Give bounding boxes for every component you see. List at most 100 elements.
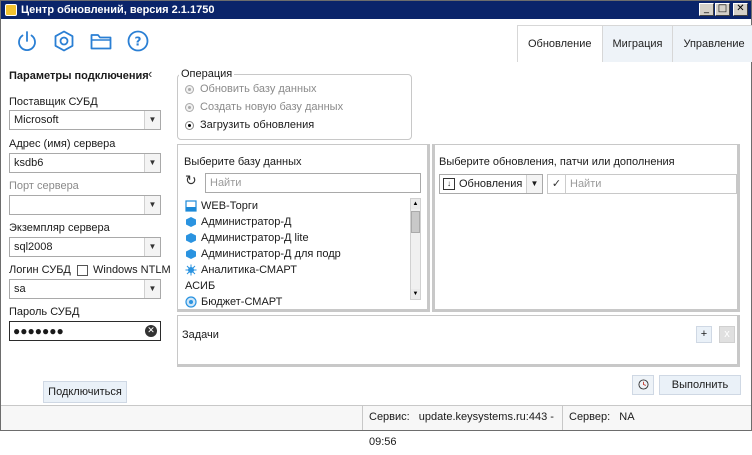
status-server-value: NA bbox=[619, 411, 635, 423]
server-instance-label: Экземпляр сервера bbox=[9, 222, 110, 234]
list-item[interactable]: Администратор-Д bbox=[185, 214, 409, 230]
tab-update[interactable]: Обновление bbox=[517, 25, 603, 62]
minimize-button[interactable]: _ bbox=[699, 3, 714, 16]
chevron-down-icon[interactable]: ▼ bbox=[144, 154, 160, 172]
window-controls: _ □ ✕ bbox=[699, 3, 748, 16]
close-button[interactable]: ✕ bbox=[733, 3, 748, 16]
status-server: Сервер: NA bbox=[562, 405, 751, 430]
list-item[interactable]: Бюджет-СМАРТ bbox=[185, 294, 409, 310]
title-bar: Центр обновлений, версия 2.1.1750 _ □ ✕ bbox=[1, 1, 751, 19]
status-service: Сервис: update.keysystems.ru:443 - 09:56 bbox=[362, 405, 562, 448]
list-item[interactable]: Аналитика-СМАРТ bbox=[185, 262, 409, 278]
connection-panel: Параметры подключения ‹ Поставщик СУБД M… bbox=[1, 61, 173, 411]
folder-icon[interactable] bbox=[89, 29, 113, 53]
connect-button[interactable]: Подключиться bbox=[43, 381, 127, 403]
dbms-provider-label: Поставщик СУБД bbox=[9, 96, 98, 108]
clear-icon[interactable]: ✕ bbox=[145, 325, 157, 337]
updates-search-placeholder: Найти bbox=[570, 178, 602, 190]
tab-migration[interactable]: Миграция bbox=[602, 25, 674, 62]
updates-search-input[interactable]: ✓ Найти bbox=[547, 174, 737, 194]
list-item-label: WEB-Торги bbox=[201, 200, 258, 212]
server-address-value: ksdb6 bbox=[14, 157, 44, 169]
updates-title: Выберите обновления, патчи или дополнени… bbox=[439, 156, 675, 168]
check-icon[interactable]: ✓ bbox=[548, 175, 566, 193]
server-instance-select[interactable]: sql2008 ▼ bbox=[9, 237, 161, 257]
connection-title: Параметры подключения bbox=[9, 70, 149, 82]
list-item-label: Администратор-Д lite bbox=[201, 232, 309, 244]
login-select[interactable]: sa ▼ bbox=[9, 279, 161, 299]
scroll-down-icon[interactable]: ▼ bbox=[411, 289, 420, 299]
radio-create-db[interactable]: Создать новую базу данных bbox=[185, 101, 343, 113]
toolbar: ? bbox=[15, 29, 150, 53]
database-title: Выберите базу данных bbox=[184, 156, 302, 168]
list-item-label: АСИБ bbox=[185, 280, 216, 292]
list-item-label: Аналитика-СМАРТ bbox=[201, 264, 297, 276]
updates-type-select[interactable]: ↓ Обновления ▼ bbox=[439, 174, 543, 194]
add-task-button[interactable]: + bbox=[696, 326, 712, 343]
tab-management[interactable]: Управление bbox=[673, 25, 752, 62]
dbms-provider-value: Microsoft bbox=[14, 114, 59, 126]
radio-button[interactable] bbox=[185, 102, 194, 112]
remove-task-button[interactable]: x bbox=[719, 326, 735, 343]
app-icon bbox=[186, 233, 196, 243]
scroll-thumb[interactable] bbox=[411, 211, 420, 233]
clock-icon bbox=[637, 379, 649, 390]
chevron-down-icon[interactable]: ▼ bbox=[144, 111, 160, 129]
refresh-icon[interactable]: ↻ bbox=[185, 173, 197, 189]
list-item[interactable]: АСИБ bbox=[185, 278, 409, 294]
radio-button[interactable] bbox=[185, 120, 194, 130]
login-value: sa bbox=[14, 283, 26, 295]
windows-ntlm-label: Windows NTLM bbox=[93, 264, 171, 276]
scroll-up-icon[interactable]: ▲ bbox=[411, 199, 420, 209]
list-item[interactable]: Администратор-Д для подр bbox=[185, 246, 409, 262]
gear-icon[interactable] bbox=[52, 29, 76, 53]
app-logo-icon bbox=[5, 4, 17, 16]
help-icon[interactable]: ? bbox=[126, 29, 150, 53]
database-search-input[interactable]: Найти bbox=[205, 173, 421, 193]
radio-button[interactable] bbox=[185, 84, 194, 94]
list-item-label: Администратор-Д bbox=[201, 216, 292, 228]
help-glyph: ? bbox=[135, 35, 142, 49]
analytics-icon bbox=[185, 264, 197, 276]
tasks-label: Задачи bbox=[182, 329, 219, 341]
password-field[interactable]: ●●●●●●● ✕ bbox=[9, 321, 161, 341]
server-address-select[interactable]: ksdb6 ▼ bbox=[9, 153, 161, 173]
database-scrollbar[interactable]: ▲ ▼ bbox=[410, 198, 421, 300]
chevron-down-icon[interactable]: ▼ bbox=[144, 238, 160, 256]
collapse-panel-icon[interactable]: ‹ bbox=[148, 66, 152, 81]
power-icon[interactable] bbox=[15, 29, 39, 53]
list-item[interactable]: WEB-Торги bbox=[185, 198, 409, 214]
updates-type-value: Обновления bbox=[459, 178, 523, 190]
updates-panel bbox=[432, 144, 740, 312]
chevron-down-icon[interactable]: ▼ bbox=[144, 196, 160, 214]
download-icon: ↓ bbox=[443, 178, 455, 190]
status-server-label: Сервер: bbox=[569, 411, 611, 423]
app-icon bbox=[186, 217, 196, 227]
radio-label: Создать новую базу данных bbox=[200, 101, 344, 113]
radio-label: Загрузить обновления bbox=[200, 119, 315, 131]
chevron-down-icon[interactable]: ▼ bbox=[526, 175, 542, 193]
server-port-label: Порт сервера bbox=[9, 180, 79, 192]
radio-update-db[interactable]: Обновить базу данных bbox=[185, 83, 316, 95]
list-item[interactable]: Администратор-Д lite bbox=[185, 230, 409, 246]
maximize-button[interactable]: □ bbox=[715, 3, 730, 16]
budget-icon bbox=[185, 296, 197, 308]
web-icon bbox=[185, 200, 197, 212]
run-button[interactable]: Выполнить bbox=[659, 375, 741, 395]
password-label: Пароль СУБД bbox=[9, 306, 80, 318]
dbms-provider-select[interactable]: Microsoft ▼ bbox=[9, 110, 161, 130]
windows-ntlm-checkbox[interactable] bbox=[77, 265, 88, 276]
server-instance-value: sql2008 bbox=[14, 241, 53, 253]
database-list: WEB-Торги Администратор-Д Администратор-… bbox=[185, 198, 409, 310]
password-value: ●●●●●●● bbox=[13, 324, 64, 338]
schedule-button[interactable] bbox=[632, 375, 654, 395]
tasks-panel bbox=[177, 315, 740, 367]
server-port-select[interactable]: ▼ bbox=[9, 195, 161, 215]
radio-download-updates[interactable]: Загрузить обновления bbox=[185, 119, 314, 131]
server-address-label: Адрес (имя) сервера bbox=[9, 138, 116, 150]
radio-label: Обновить базу данных bbox=[200, 83, 317, 95]
chevron-down-icon[interactable]: ▼ bbox=[144, 280, 160, 298]
app-window: Центр обновлений, версия 2.1.1750 _ □ ✕ … bbox=[0, 0, 752, 448]
status-service-label: Сервис: bbox=[369, 411, 410, 423]
app-icon bbox=[186, 249, 196, 259]
